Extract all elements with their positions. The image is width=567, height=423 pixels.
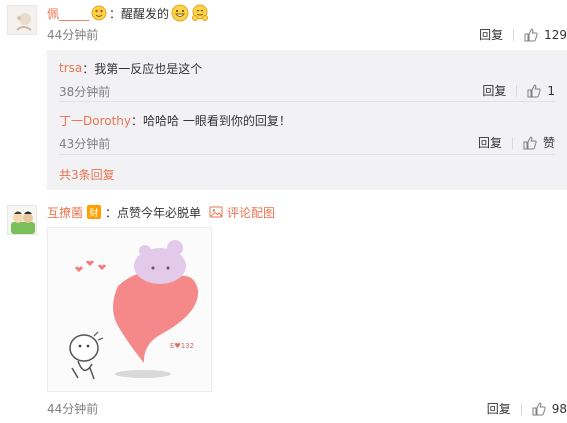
avatar-image: [8, 6, 36, 34]
comment-image[interactable]: E♥132: [47, 227, 212, 392]
comment-body: 互撩菌 财 ：点赞今年必脱单 评论配图: [47, 203, 275, 221]
cartoon-illustration: E♥132: [69, 240, 199, 380]
like-button[interactable]: 98: [532, 402, 567, 416]
wealth-badge[interactable]: 财: [87, 205, 102, 219]
comment-actions: 回复 129: [479, 26, 567, 43]
reply-button[interactable]: 回复: [479, 26, 503, 43]
reply-divider: [59, 101, 555, 102]
comment-username[interactable]: 佩_____: [47, 5, 89, 22]
avatar[interactable]: [7, 5, 37, 35]
reply-button[interactable]: 回复: [487, 400, 511, 417]
avatar-image: [8, 206, 36, 234]
like-count: 129: [544, 27, 567, 42]
like-label: 赞: [542, 136, 555, 150]
thumbs-up-icon: [524, 28, 538, 41]
like-count: 1: [547, 83, 555, 98]
reply-text: ：哈哈哈 一眼看到你的回复！: [131, 113, 291, 128]
like-button[interactable]: 赞: [523, 134, 555, 151]
reply-item: trsa ：我第一反应也是这个 38分钟前 回复 1: [59, 60, 567, 100]
comment-actions: 回复 98: [487, 400, 567, 417]
action-divider: [520, 402, 522, 415]
reply-button[interactable]: 回复: [482, 82, 506, 99]
comment-time: 44分钟前: [47, 28, 99, 42]
image-icon: [209, 206, 223, 218]
view-comment-image-label: 评论配图: [227, 205, 276, 220]
thumbs-up-icon: [523, 136, 537, 149]
comment-text: ：醒醒发的: [109, 6, 170, 21]
reply-item: 丁一Dorothy ：哈哈哈 一眼看到你的回复！ 43分钟前 回复 赞: [59, 112, 567, 152]
more-replies-link[interactable]: 共3条回复: [59, 166, 115, 183]
comment-body: 佩_____ ：醒醒发的: [47, 4, 209, 22]
reply-actions: 回复 赞: [478, 134, 555, 151]
action-divider: [511, 136, 513, 149]
comment-text: ：点赞今年必脱单: [105, 205, 202, 220]
like-button[interactable]: 1: [527, 84, 555, 98]
thumbs-up-icon: [532, 402, 546, 415]
action-divider: [516, 84, 518, 97]
like-count: 98: [551, 401, 567, 416]
reply-actions: 回复 1: [482, 82, 555, 99]
image-caption: E♥132: [170, 342, 194, 350]
reply-username[interactable]: 丁一Dorothy: [59, 112, 131, 129]
heart-eyes-emoji-icon: [91, 5, 107, 21]
action-divider: [513, 28, 515, 41]
reply-username[interactable]: trsa: [59, 61, 82, 75]
avatar[interactable]: [7, 205, 37, 235]
reply-text: ：我第一反应也是这个: [82, 61, 203, 76]
replies-panel: trsa ：我第一反应也是这个 38分钟前 回复 1 丁一Dorothy ：哈哈…: [47, 50, 567, 190]
comment-time: 44分钟前: [47, 402, 99, 416]
reply-divider: [59, 154, 555, 155]
view-comment-image-link[interactable]: 评论配图: [209, 204, 275, 221]
hug-emoji-icon: [191, 4, 209, 22]
thumbs-up-icon: [527, 84, 541, 97]
grin-emoji-icon: [171, 4, 189, 22]
comment-username[interactable]: 互撩菌: [47, 204, 83, 221]
like-button[interactable]: 129: [524, 28, 567, 42]
reply-button[interactable]: 回复: [478, 134, 502, 151]
